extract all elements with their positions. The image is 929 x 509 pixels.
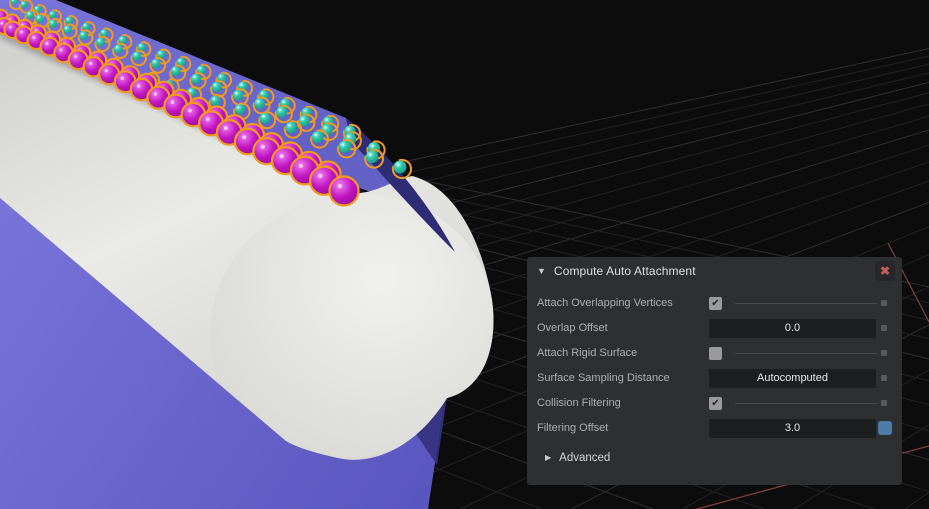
advanced-label: Advanced [559,451,611,464]
row-label: Collision Filtering [537,397,621,409]
collision-filtering-checkbox[interactable]: ✔ [709,397,722,410]
row-attach-overlapping-vertices: Attach Overlapping Vertices ✔ [537,291,892,316]
row-attach-rigid-surface: Attach Rigid Surface [537,341,892,366]
slider-track [735,403,877,404]
filtering-offset-field[interactable]: 3.0 [709,419,876,438]
color-swatch[interactable] [878,421,892,435]
reset-default-button[interactable] [881,400,887,406]
close-button[interactable]: ✖ [875,261,895,281]
slider-track [735,353,877,354]
row-overlap-offset: Overlap Offset 0.0 [537,316,892,341]
row-label: Filtering Offset [537,422,609,434]
overlap-offset-field[interactable]: 0.0 [709,319,876,338]
row-label: Surface Sampling Distance [537,372,670,384]
attach-overlapping-vertices-checkbox[interactable]: ✔ [709,297,722,310]
row-surface-sampling-distance: Surface Sampling Distance Autocomputed [537,366,892,391]
panel-title: Compute Auto Attachment [553,264,696,278]
row-filtering-offset: Filtering Offset 3.0 [537,416,892,441]
check-icon: ✔ [711,298,720,309]
row-label: Attach Overlapping Vertices [537,297,673,309]
collapse-icon[interactable]: ▼ [537,266,546,276]
reset-default-button[interactable] [881,300,887,306]
compute-auto-attachment-panel: ▼ Compute Auto Attachment ✖ Attach Overl… [527,257,902,485]
check-icon: ✔ [711,398,720,409]
reset-default-button[interactable] [881,325,887,331]
row-collision-filtering: Collision Filtering ✔ [537,391,892,416]
row-label: Attach Rigid Surface [537,347,638,359]
physx-viewport-window: ▼ Compute Auto Attachment ✖ Attach Overl… [0,0,929,509]
reset-default-button[interactable] [881,375,887,381]
row-label: Overlap Offset [537,322,608,334]
surface-sampling-distance-field[interactable]: Autocomputed [709,369,876,388]
panel-header[interactable]: ▼ Compute Auto Attachment [537,260,696,282]
advanced-section-toggle[interactable]: ▶ Advanced [545,445,610,470]
slider-track [735,303,877,304]
attach-rigid-surface-checkbox[interactable] [709,347,722,360]
reset-default-button[interactable] [881,350,887,356]
expand-icon: ▶ [545,453,552,462]
